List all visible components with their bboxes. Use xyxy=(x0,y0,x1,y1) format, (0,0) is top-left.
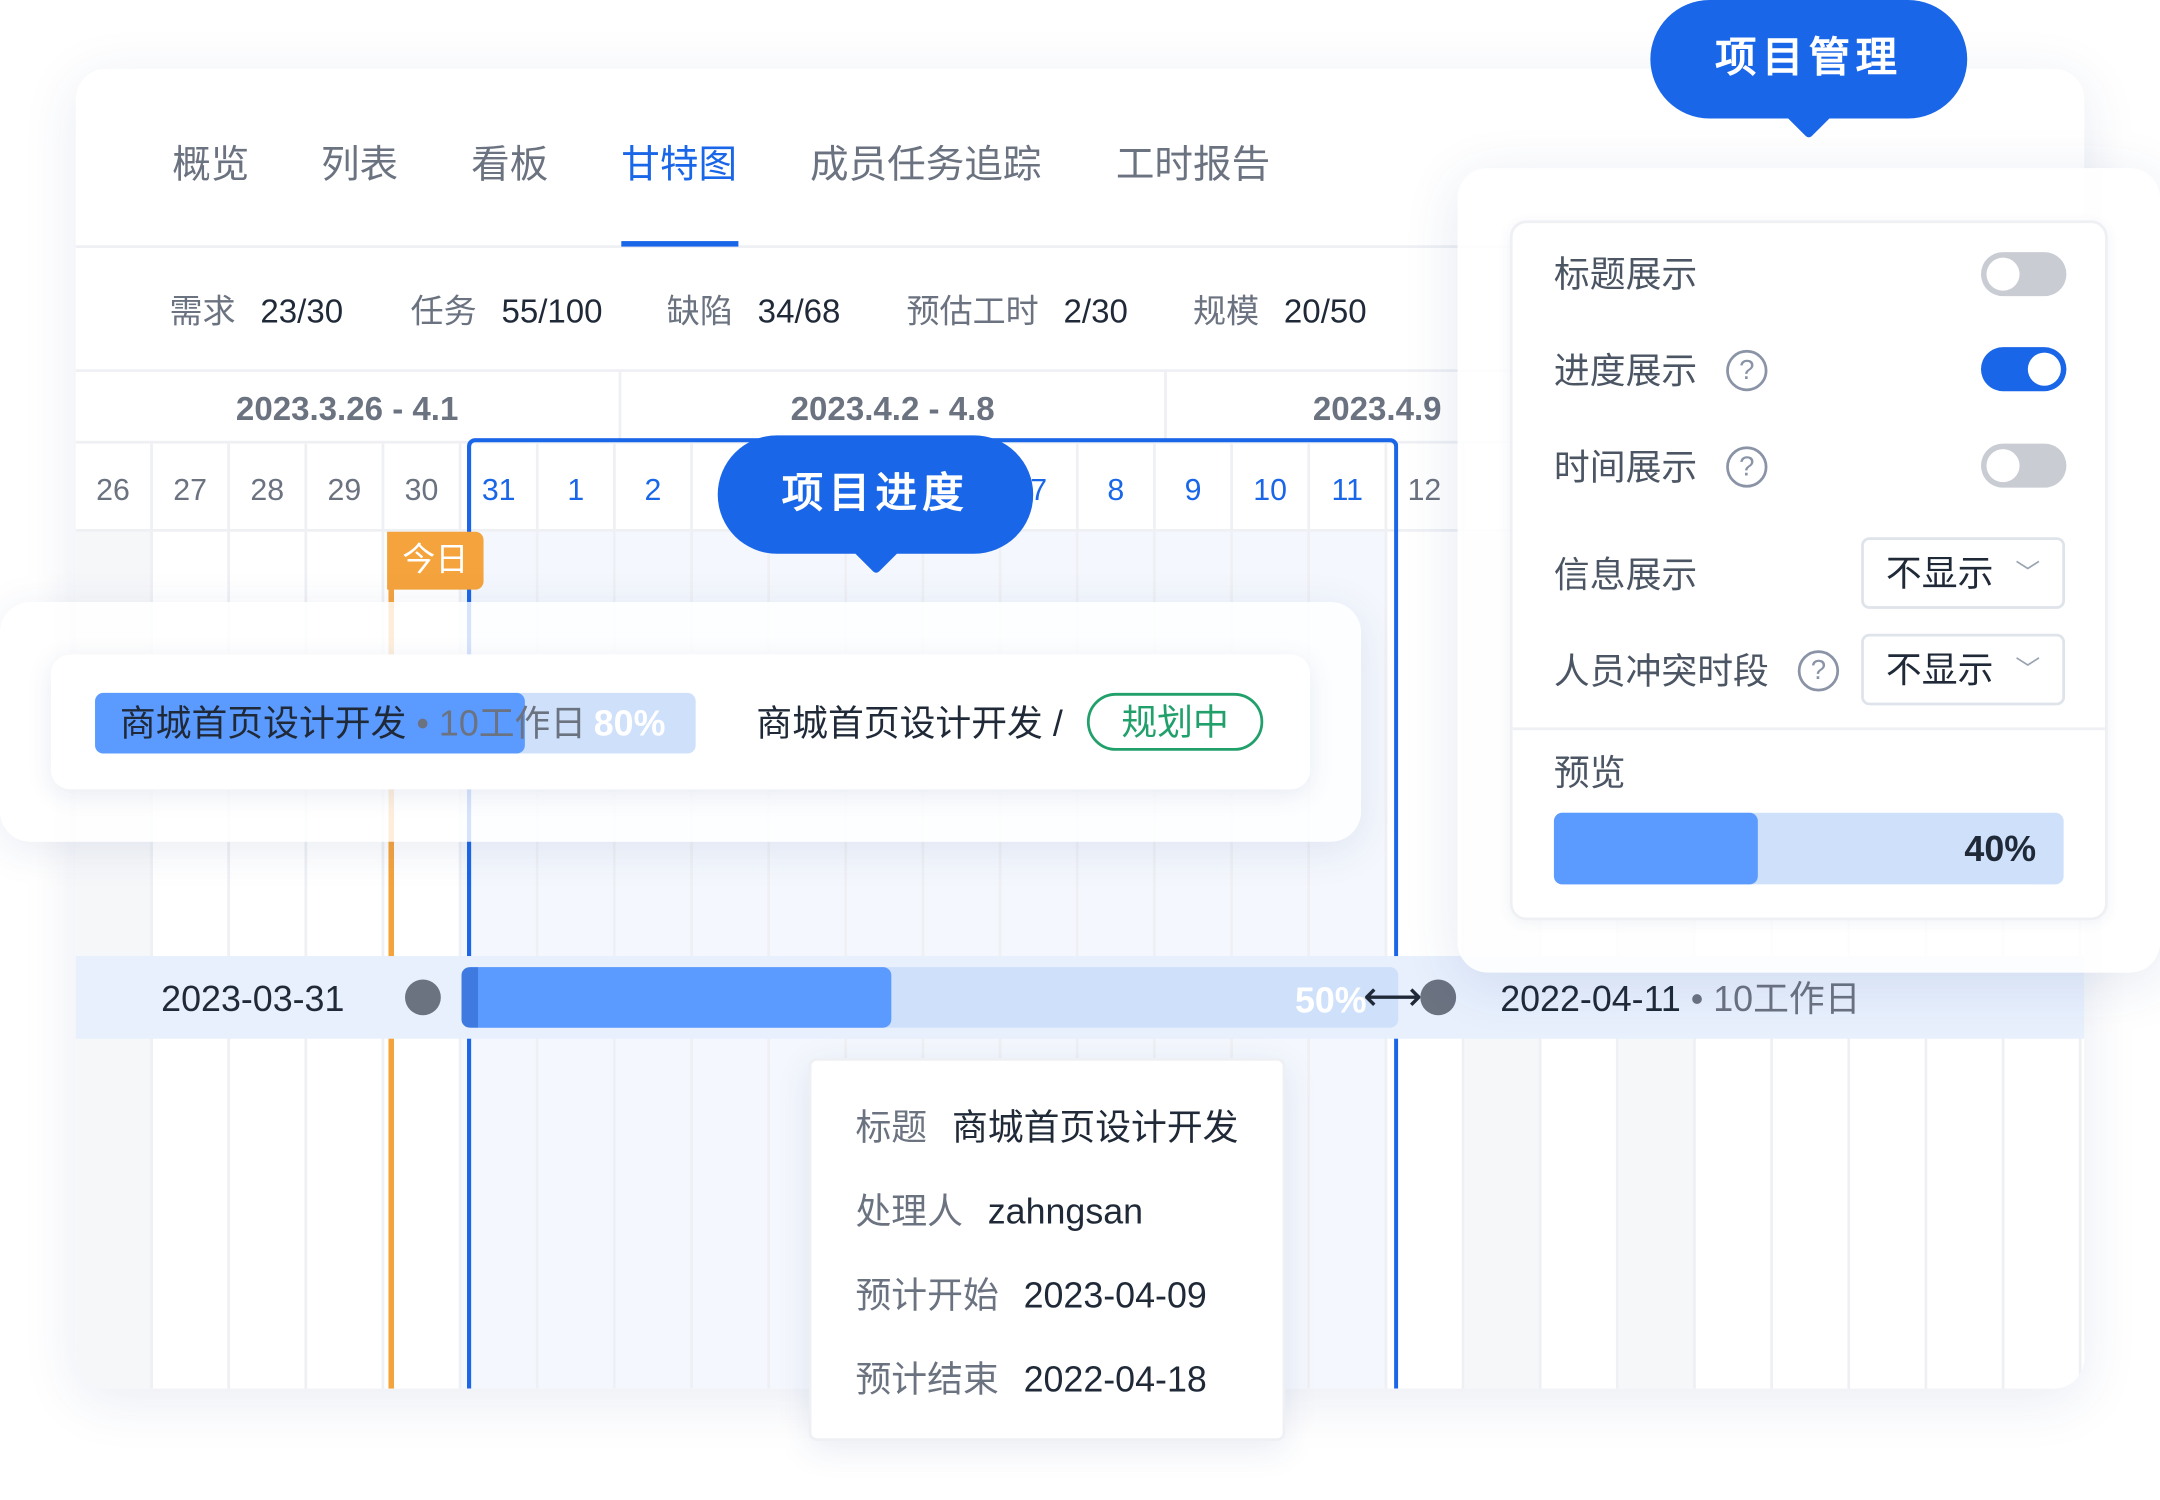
status-badge: 规划中 xyxy=(1086,692,1264,751)
preview-label: 预览 xyxy=(1553,752,1626,794)
detail-label: 标题 xyxy=(855,1106,928,1148)
select-value: 不显示 xyxy=(1885,552,1994,594)
conflict-display-select[interactable]: 不显示 ﹀ xyxy=(1861,633,2066,706)
detail-label: 处理人 xyxy=(855,1190,963,1232)
stat-value: 2/30 xyxy=(1063,293,1128,331)
separator-dot: • xyxy=(416,702,429,744)
conflict-display-label: 人员冲突时段 xyxy=(1553,650,1769,692)
tab-member-tracking[interactable]: 成员任务追踪 xyxy=(810,138,1041,193)
time-display-label: 时间展示 xyxy=(1553,446,1698,488)
callout-project-progress: 项目进度 xyxy=(717,435,1034,575)
active-tab-indicator xyxy=(621,241,739,247)
detail-label: 预计结束 xyxy=(855,1358,999,1400)
detail-value: zahngsan xyxy=(987,1190,1144,1232)
stat-value: 20/50 xyxy=(1283,293,1367,331)
stat-defects: 缺陷 34/68 xyxy=(667,289,841,336)
detail-owner-row: 处理人 zahngsan xyxy=(855,1183,1143,1238)
question-circle-icon[interactable]: ? xyxy=(1726,446,1768,488)
day-cell[interactable]: 30 xyxy=(384,443,462,532)
task-bar-percent: 80% xyxy=(593,702,666,744)
row-duration: 10工作日 xyxy=(1713,978,1861,1020)
tab-gantt[interactable]: 甘特图 xyxy=(621,138,737,193)
title-display-toggle[interactable] xyxy=(1980,252,2067,297)
stage: 概览 列表 看板 甘特图 成员任务追踪 工时报告 需求 23/30 任务 55/10… xyxy=(0,0,2160,1495)
detail-value: 2023-04-09 xyxy=(1023,1274,1207,1316)
task-detail-popover: 标题 商城首页设计开发 处理人 zahngsan 预计开始 2023-04-09 预计… xyxy=(808,1057,1286,1441)
divider xyxy=(1512,727,2105,731)
toggle-knob xyxy=(2027,352,2061,386)
info-display-select[interactable]: 不显示 ﹀ xyxy=(1861,537,2066,609)
detail-title-row: 标题 商城首页设计开发 xyxy=(855,1099,1238,1154)
stat-value: 34/68 xyxy=(757,293,841,331)
time-display-toggle[interactable] xyxy=(1980,443,2067,488)
resize-horizontal-icon[interactable]: ⟷ xyxy=(1360,973,1426,1023)
highlighted-task-panel: 商城首页设计开发 • 10工作日 80% 商城首页设计开发 / 规划中 xyxy=(0,602,1362,842)
end-connector-dot[interactable] xyxy=(1420,979,1457,1016)
day-cell[interactable]: 26 xyxy=(76,443,153,532)
stat-tasks: 任务 55/100 xyxy=(411,289,603,336)
week-header: 2023.3.26 - 4.1 xyxy=(76,371,622,441)
start-connector-dot[interactable] xyxy=(405,979,441,1016)
stat-value: 23/30 xyxy=(260,293,344,331)
day-cell[interactable]: 28 xyxy=(230,443,308,532)
chevron-down-icon: ﹀ xyxy=(2015,559,2041,587)
task-path-title: 商城首页设计开发 xyxy=(756,702,1043,744)
stat-estimated-hours: 预估工时 2/30 xyxy=(906,289,1127,336)
day-cell[interactable]: 29 xyxy=(307,443,385,532)
task-bar-text: 商城首页设计开发 • 10工作日 xyxy=(120,696,586,751)
settings-panel-backdrop: 标题展示 进度展示 ? 时间展示 ? 信息展示 不显示 ﹀ 人员冲突时段 ? 不显… xyxy=(1457,168,2160,973)
toggle-knob xyxy=(1986,449,2020,483)
stat-label: 规模 xyxy=(1193,293,1260,331)
detail-end-row: 预计结束 2022-04-18 xyxy=(855,1351,1206,1406)
stat-requirements: 需求 23/30 xyxy=(169,289,343,336)
stat-label: 预估工时 xyxy=(906,293,1039,331)
display-settings-panel: 标题展示 进度展示 ? 时间展示 ? 信息展示 不显示 ﹀ 人员冲突时段 ? 不显… xyxy=(1509,220,2108,921)
row-start-date: 2023-03-31 xyxy=(161,978,345,1020)
tab-overview[interactable]: 概览 xyxy=(172,138,249,193)
callout-text: 项目管理 xyxy=(1715,35,1903,82)
stat-label: 需求 xyxy=(169,293,236,331)
chevron-down-icon: ﹀ xyxy=(2015,655,2041,684)
day-cell[interactable]: 27 xyxy=(153,443,231,532)
toggle-knob xyxy=(1986,257,2020,291)
detail-start-row: 预计开始 2023-04-09 xyxy=(855,1267,1206,1322)
today-marker: 今日 xyxy=(387,531,484,590)
task-bar-progress[interactable] xyxy=(461,967,892,1028)
callout-project-management: 项目管理 xyxy=(1650,0,1968,140)
day-cell[interactable]: 12 xyxy=(1387,443,1465,532)
path-separator: / xyxy=(1052,702,1063,744)
separator-dot: • xyxy=(1690,978,1704,1020)
preview-percent: 40% xyxy=(1964,827,2037,870)
row-end-info: 2022-04-11 • 10工作日 xyxy=(1500,971,1860,1026)
info-display-label: 信息展示 xyxy=(1553,553,1698,596)
select-value: 不显示 xyxy=(1885,648,1994,691)
callout-text: 项目进度 xyxy=(781,471,970,517)
task-bar-percent: 50% xyxy=(1294,979,1367,1021)
stat-label: 缺陷 xyxy=(666,293,733,331)
tab-kanban[interactable]: 看板 xyxy=(471,138,548,193)
stat-label: 任务 xyxy=(410,293,477,331)
tab-work-hours[interactable]: 工时报告 xyxy=(1116,138,1270,193)
question-circle-icon[interactable]: ? xyxy=(1797,650,1840,692)
detail-value: 2022-04-18 xyxy=(1023,1358,1207,1400)
question-circle-icon[interactable]: ? xyxy=(1726,349,1768,392)
highlighted-task-row[interactable]: 商城首页设计开发 • 10工作日 80% 商城首页设计开发 / 规划中 xyxy=(50,654,1311,790)
detail-label: 预计开始 xyxy=(855,1274,999,1316)
task-bar-duration: 10工作日 xyxy=(438,702,587,744)
task-bar-title: 商城首页设计开发 xyxy=(119,702,407,744)
detail-value: 商城首页设计开发 xyxy=(951,1106,1239,1148)
progress-display-toggle[interactable] xyxy=(1980,347,2067,392)
stat-value: 55/100 xyxy=(501,293,603,331)
progress-display-label: 进度展示 xyxy=(1553,349,1698,392)
week-header: 2023.4.2 - 4.8 xyxy=(621,371,1167,441)
title-display-label: 标题展示 xyxy=(1553,253,1698,295)
row-end-date: 2022-04-11 xyxy=(1500,978,1681,1020)
tab-list[interactable]: 列表 xyxy=(321,138,398,193)
preview-bar-progress xyxy=(1553,812,1758,885)
task-path: 商城首页设计开发 / xyxy=(756,696,1062,751)
stat-scale: 规模 20/50 xyxy=(1193,289,1367,336)
